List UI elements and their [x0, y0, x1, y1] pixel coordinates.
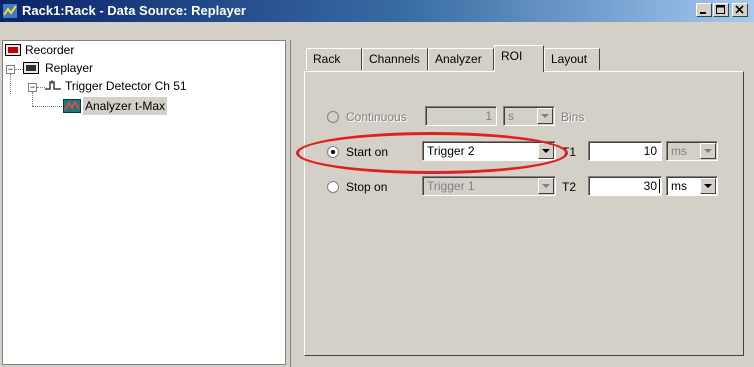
bins-label: Bins [561, 110, 585, 124]
stop-on-label: Stop on [346, 180, 388, 194]
recorder-icon [5, 44, 21, 56]
chevron-down-icon[interactable] [700, 178, 716, 194]
tree-item-label: Trigger Detector Ch 51 [65, 79, 187, 93]
maximize-button[interactable] [713, 3, 729, 17]
tree-connector [37, 87, 45, 88]
minimize-button[interactable] [696, 3, 712, 17]
tab-label: Channels [369, 52, 420, 66]
replayer-icon [23, 62, 39, 74]
start-on-radio[interactable] [327, 146, 339, 158]
t2-input[interactable]: 30 [588, 176, 662, 196]
chevron-down-icon[interactable] [538, 178, 554, 194]
analyzer-icon [63, 99, 81, 113]
start-on-label: Start on [346, 145, 389, 159]
maximize-icon [716, 5, 725, 14]
tree-connector [32, 92, 33, 106]
close-button[interactable] [732, 3, 748, 17]
t1-unit-value: ms [671, 144, 687, 158]
stop-trigger-select[interactable]: Trigger 1 [422, 176, 556, 196]
tab-roi[interactable]: ROI [494, 45, 544, 72]
continuous-unit-value: s [508, 109, 514, 123]
chevron-down-icon[interactable] [700, 143, 716, 159]
start-trigger-value: Trigger 2 [427, 144, 475, 158]
minimize-icon [700, 12, 706, 14]
tree-item-label: Replayer [45, 61, 94, 75]
continuous-radio[interactable] [327, 111, 339, 123]
tab-label: Rack [313, 52, 341, 66]
start-trigger-select[interactable]: Trigger 2 [422, 141, 556, 161]
trigger-detector-icon [45, 80, 61, 90]
t2-label: T2 [562, 180, 577, 194]
bins-count-field[interactable]: 1 [425, 106, 497, 126]
t1-label: T1 [562, 145, 577, 159]
tab-label: ROI [501, 49, 523, 63]
tree-connector [15, 69, 23, 70]
window-title: Rack1:Rack - Data Source: Replayer [22, 3, 246, 18]
continuous-unit-select[interactable]: s [503, 106, 555, 126]
tree-connector [10, 74, 11, 94]
collapse-toggle[interactable]: − [6, 65, 15, 74]
tab-label: Layout [551, 52, 588, 66]
tab-rack[interactable]: Rack [306, 48, 362, 70]
t2-unit-select[interactable]: ms [666, 176, 718, 196]
t1-input[interactable]: 10 [588, 141, 662, 161]
tree-item-label: Analyzer t-Max [83, 97, 168, 115]
stop-on-radio[interactable] [327, 181, 339, 193]
text-cursor [659, 179, 660, 193]
app-window: Rack1:Rack - Data Source: Replayer Recor… [0, 0, 754, 367]
collapse-toggle[interactable]: − [28, 83, 37, 92]
close-icon [735, 5, 744, 14]
t1-unit-select[interactable]: ms [666, 141, 718, 161]
tab-layout[interactable]: Layout [544, 48, 600, 70]
t2-unit-value: ms [671, 179, 687, 193]
stop-trigger-value: Trigger 1 [427, 179, 475, 193]
rack-tree[interactable]: Recorder − Replayer − Trigger Detector C… [2, 40, 286, 365]
tab-label: Analyzer [435, 52, 482, 66]
tab-channels[interactable]: Channels [362, 48, 428, 70]
chevron-down-icon[interactable] [537, 108, 553, 124]
title-bar[interactable]: Rack1:Rack - Data Source: Replayer [0, 0, 754, 22]
rack-app-icon [3, 4, 17, 18]
radio-selected-dot [331, 150, 335, 154]
chevron-down-icon[interactable] [538, 143, 554, 159]
tab-analyzer[interactable]: Analyzer [428, 48, 494, 70]
continuous-label: Continuous [346, 110, 407, 124]
tree-connector [32, 106, 62, 107]
tree-item-label: Recorder [25, 43, 75, 57]
